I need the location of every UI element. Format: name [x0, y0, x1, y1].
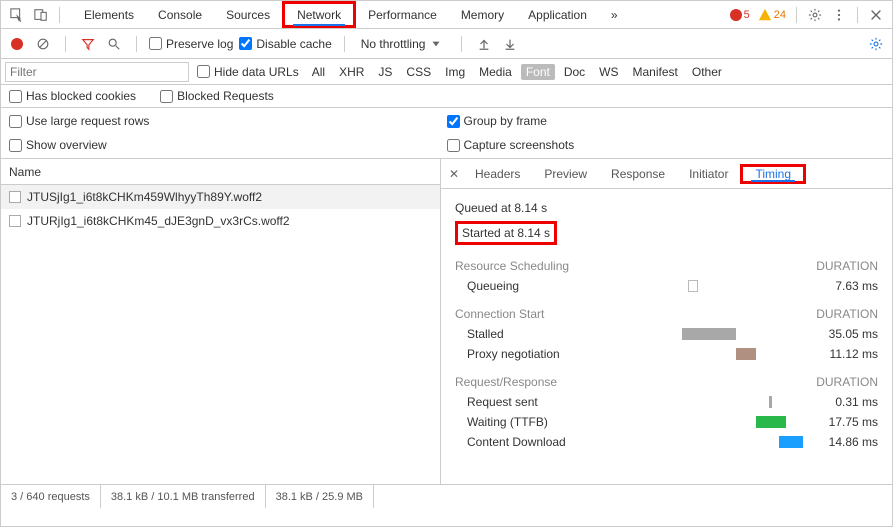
error-warning-badge[interactable]: 5 24: [730, 8, 786, 22]
hide-data-urls-checkbox[interactable]: Hide data URLs: [197, 65, 299, 79]
detail-tab-response[interactable]: Response: [599, 159, 677, 188]
request-name-label: JTURjIg1_i6t8kCHKm45_dJE3gnD_vx3rCs.woff…: [27, 214, 290, 228]
tab-console[interactable]: Console: [146, 1, 214, 28]
tab-sources[interactable]: Sources: [214, 1, 282, 28]
request-row[interactable]: JTUSjIg1_i6t8kCHKm459WlhyyTh89Y.woff2: [1, 185, 440, 209]
tab-more[interactable]: »: [599, 1, 630, 28]
tab-network[interactable]: Network: [282, 1, 356, 28]
blocked-requests-checkbox[interactable]: Blocked Requests: [160, 89, 274, 103]
request-row[interactable]: JTURjIg1_i6t8kCHKm45_dJE3gnD_vx3rCs.woff…: [1, 209, 440, 233]
priority-icon: [9, 215, 21, 227]
priority-icon: [9, 191, 21, 203]
inspect-icon[interactable]: [7, 5, 27, 25]
type-manifest[interactable]: Manifest: [628, 64, 683, 80]
capture-screenshots-checkbox[interactable]: Capture screenshots: [447, 138, 885, 152]
clear-button[interactable]: [33, 34, 53, 54]
section-request-response: Request/Response: [455, 375, 557, 389]
metric-queueing: Queueing 7.63 ms: [455, 279, 878, 293]
large-rows-checkbox[interactable]: Use large request rows: [9, 114, 447, 128]
duration-header: DURATION: [816, 375, 878, 389]
section-resource-scheduling: Resource Scheduling: [455, 259, 569, 273]
metric-proxy: Proxy negotiation 11.12 ms: [455, 347, 878, 361]
device-toggle-icon[interactable]: [31, 5, 51, 25]
blocked-cookies-checkbox[interactable]: Has blocked cookies: [9, 89, 136, 103]
type-doc[interactable]: Doc: [559, 64, 590, 80]
column-header-name[interactable]: Name: [1, 159, 440, 185]
type-ws[interactable]: WS: [594, 64, 623, 80]
settings-icon[interactable]: [805, 5, 825, 25]
close-details-icon[interactable]: ✕: [445, 167, 463, 181]
detail-tab-initiator[interactable]: Initiator: [677, 159, 740, 188]
type-img[interactable]: Img: [440, 64, 470, 80]
type-all[interactable]: All: [307, 64, 330, 80]
search-icon[interactable]: [104, 34, 124, 54]
close-devtools-icon[interactable]: [866, 5, 886, 25]
metric-waiting-ttfb: Waiting (TTFB) 17.75 ms: [455, 415, 878, 429]
duration-header: DURATION: [816, 307, 878, 321]
status-resources: 38.1 kB / 25.9 MB: [266, 485, 374, 508]
download-har-icon[interactable]: [500, 34, 520, 54]
upload-har-icon[interactable]: [474, 34, 494, 54]
throttling-select[interactable]: No throttling: [357, 35, 450, 53]
duration-header: DURATION: [816, 259, 878, 273]
filter-icon[interactable]: [78, 34, 98, 54]
type-media[interactable]: Media: [474, 64, 517, 80]
metric-stalled: Stalled 35.05 ms: [455, 327, 878, 341]
section-connection-start: Connection Start: [455, 307, 544, 321]
status-transferred: 38.1 kB / 10.1 MB transferred: [101, 485, 266, 508]
type-xhr[interactable]: XHR: [334, 64, 369, 80]
detail-tab-timing[interactable]: Timing: [743, 167, 803, 181]
error-icon: [730, 9, 742, 21]
tab-elements[interactable]: Elements: [72, 1, 146, 28]
record-button[interactable]: [7, 34, 27, 54]
tab-memory[interactable]: Memory: [449, 1, 516, 28]
kebab-icon[interactable]: [829, 5, 849, 25]
tab-application[interactable]: Application: [516, 1, 599, 28]
warning-icon: [758, 8, 772, 22]
type-js[interactable]: JS: [373, 64, 397, 80]
detail-tab-preview[interactable]: Preview: [532, 159, 599, 188]
metric-request-sent: Request sent 0.31 ms: [455, 395, 878, 409]
status-requests: 3 / 640 requests: [1, 485, 101, 508]
tab-performance[interactable]: Performance: [356, 1, 449, 28]
filter-input[interactable]: [5, 62, 189, 82]
detail-tab-headers[interactable]: Headers: [463, 159, 532, 188]
request-name-label: JTUSjIg1_i6t8kCHKm459WlhyyTh89Y.woff2: [27, 190, 262, 204]
show-overview-checkbox[interactable]: Show overview: [9, 138, 447, 152]
chevron-down-icon: [427, 37, 445, 51]
record-icon: [11, 38, 23, 50]
preserve-log-checkbox[interactable]: Preserve log: [149, 37, 233, 51]
type-other[interactable]: Other: [687, 64, 727, 80]
type-font[interactable]: Font: [521, 64, 555, 80]
queued-at-label: Queued at 8.14 s: [455, 201, 878, 215]
network-settings-icon[interactable]: [866, 34, 886, 54]
disable-cache-checkbox[interactable]: Disable cache: [239, 37, 331, 51]
metric-content-download: Content Download 14.86 ms: [455, 435, 878, 449]
started-at-label: Started at 8.14 s: [462, 226, 550, 240]
group-by-frame-checkbox[interactable]: Group by frame: [447, 114, 885, 128]
type-css[interactable]: CSS: [401, 64, 436, 80]
